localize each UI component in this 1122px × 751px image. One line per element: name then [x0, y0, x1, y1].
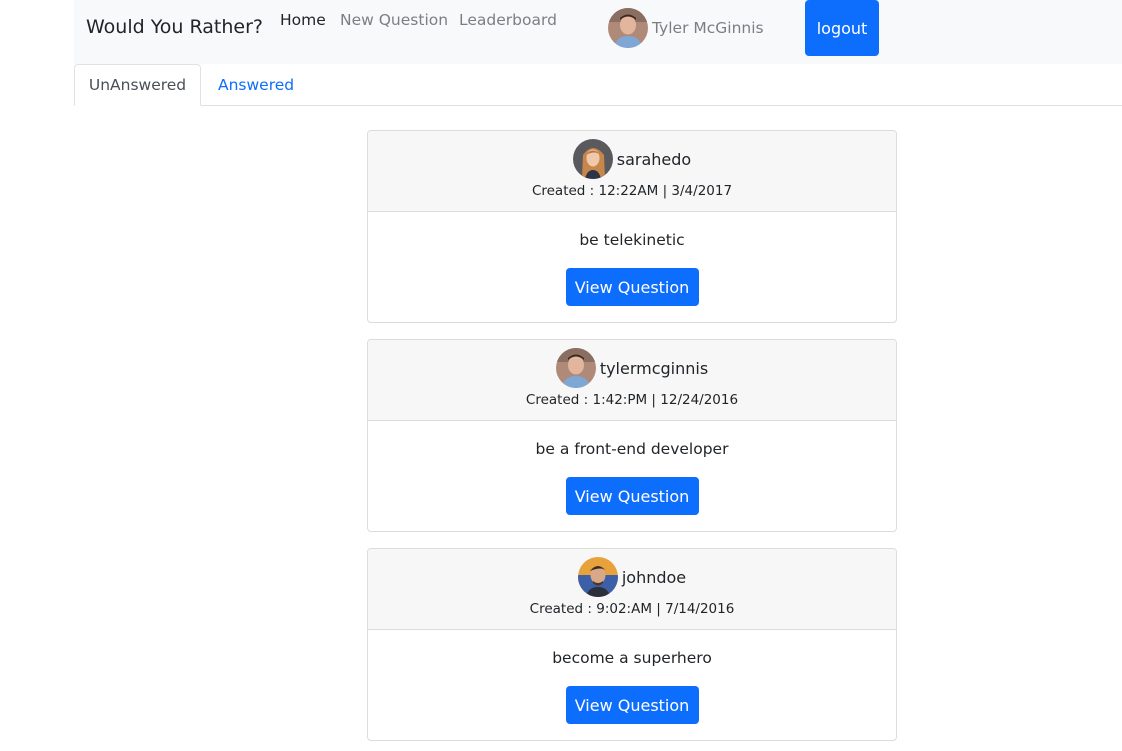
question-card-body: be a front-end developer View Question: [368, 440, 896, 515]
current-user: Tyler McGinnis: [608, 8, 764, 48]
created-timestamp: Created : 9:02:AM | 7/14/2016: [529, 601, 735, 617]
nav-link-home[interactable]: Home: [280, 11, 326, 29]
author-avatar-icon: [555, 348, 596, 388]
author-avatar-icon: [572, 139, 613, 179]
question-card-header: tylermcginnis Created : 1:42:PM | 12/24/…: [368, 340, 896, 421]
question-tabs: UnAnswered Answered: [74, 64, 1122, 106]
view-question-button[interactable]: View Question: [565, 686, 699, 724]
nav-link-leaderboard[interactable]: Leaderboard: [459, 11, 557, 29]
author-name: tylermcginnis: [599, 358, 709, 378]
tab-unanswered[interactable]: UnAnswered: [74, 64, 201, 106]
author-name: sarahedo: [616, 149, 692, 169]
author-row: sarahedo: [368, 131, 896, 179]
tab-answered[interactable]: Answered: [202, 64, 310, 106]
question-card: johndoe Created : 9:02:AM | 7/14/2016 be…: [367, 548, 897, 741]
user-avatar-icon: [608, 8, 648, 48]
view-question-button[interactable]: View Question: [565, 477, 699, 515]
question-card-header: sarahedo Created : 12:22AM | 3/4/2017: [368, 131, 896, 212]
author-row: johndoe: [368, 549, 896, 597]
question-text: be telekinetic: [579, 231, 685, 249]
logout-button[interactable]: logout: [805, 0, 879, 56]
brand-title[interactable]: Would You Rather?: [86, 16, 263, 38]
author-row: tylermcginnis: [368, 340, 896, 388]
author-avatar-icon: [577, 557, 618, 597]
top-navbar: Would You Rather? Home New Question Lead…: [74, 0, 1122, 64]
view-question-button[interactable]: View Question: [565, 268, 699, 306]
question-card: sarahedo Created : 12:22AM | 3/4/2017 be…: [367, 130, 897, 323]
question-card: tylermcginnis Created : 1:42:PM | 12/24/…: [367, 339, 897, 532]
created-timestamp: Created : 12:22AM | 3/4/2017: [531, 183, 733, 199]
question-card-body: be telekinetic View Question: [368, 231, 896, 306]
created-timestamp: Created : 1:42:PM | 12/24/2016: [525, 392, 739, 408]
author-name: johndoe: [621, 567, 687, 587]
user-name: Tyler McGinnis: [652, 19, 764, 37]
question-text: be a front-end developer: [535, 440, 729, 458]
question-card-body: become a superhero View Question: [368, 649, 896, 724]
question-text: become a superhero: [552, 649, 712, 667]
nav-link-new-question[interactable]: New Question: [340, 11, 448, 29]
question-card-header: johndoe Created : 9:02:AM | 7/14/2016: [368, 549, 896, 630]
